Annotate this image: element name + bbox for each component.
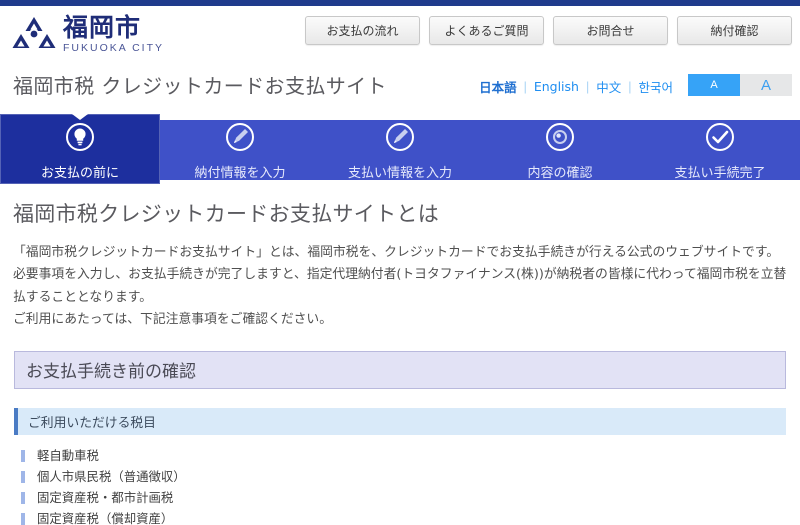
eligible-tax-list: 軽自動車税 個人市県民税（普通徴収） 固定資産税・都市計画税 固定資産税（償却資… <box>13 445 787 525</box>
faq-button[interactable]: よくあるご質問 <box>429 16 544 45</box>
site-logo[interactable]: 福岡市 FUKUOKA CITY <box>12 14 164 54</box>
step-item-complete[interactable]: 支払い手続完了 <box>640 114 800 184</box>
step-navigation: お支払の前に 納付情報を入力 支払い情報を入力 内容の確認 支払い手続完了 <box>0 114 800 184</box>
language-switcher: 日本語 | English | 中文 | 한국어 <box>472 77 680 96</box>
step-label: 支払い情報を入力 <box>347 166 452 181</box>
step-item-before-payment[interactable]: お支払の前に <box>0 114 160 184</box>
step-item-payment-info[interactable]: 納付情報を入力 <box>160 114 320 184</box>
lightbulb-icon <box>64 121 96 157</box>
intro-line-3: 払することとなります。 <box>13 289 153 305</box>
contact-button[interactable]: お問合せ <box>553 16 668 45</box>
step-item-billing-info[interactable]: 支払い情報を入力 <box>320 114 480 184</box>
section-header-pre-payment-check: お支払手続き前の確認 <box>14 350 786 389</box>
font-size-switcher: A A <box>688 74 792 96</box>
logo-text-jp: 福岡市 <box>63 12 142 42</box>
fukuoka-city-triangle-logo-icon <box>12 17 56 48</box>
site-header: 福岡市 FUKUOKA CITY お支払の流れ よくあるご質問 お問合せ 納付確… <box>0 6 800 63</box>
pencil-icon <box>384 121 416 157</box>
list-item: 個人市県民税（普通徴収） <box>21 466 787 487</box>
lang-item-ko[interactable]: 한국어 <box>631 77 680 96</box>
font-size-large-button[interactable]: A <box>740 74 792 96</box>
subsection-header-eligible-taxes: ご利用いただける税目 <box>14 407 786 435</box>
step-label: 内容の確認 <box>527 166 593 181</box>
intro-line-2: 必要事項を入力し、お支払手続きが完了しますと、指定代理納付者(トヨタファイナンス… <box>13 267 787 283</box>
header-nav-buttons: お支払の流れ よくあるご質問 お問合せ 納付確認 <box>305 16 792 45</box>
main-content: 福岡市税クレジットカードお支払サイトとは 「福岡市税クレジットカードお支払サイト… <box>0 198 800 525</box>
payment-confirmation-button[interactable]: 納付確認 <box>677 16 792 45</box>
check-circle-icon <box>704 121 736 157</box>
font-size-small-button[interactable]: A <box>688 74 740 96</box>
step-label: お支払の前に <box>40 166 119 181</box>
page-root: 福岡市 FUKUOKA CITY お支払の流れ よくあるご質問 お問合せ 納付確… <box>0 0 800 525</box>
logo-text-en: FUKUOKA CITY <box>63 41 165 54</box>
step-label: 納付情報を入力 <box>194 166 286 181</box>
magnifier-circle-icon <box>544 121 576 157</box>
content-heading: 福岡市税クレジットカードお支払サイトとは <box>13 202 439 226</box>
intro-text: 「福岡市税クレジットカードお支払サイト」とは、福岡市税を、クレジットカードでお支… <box>13 242 787 332</box>
lang-item-en[interactable]: English <box>527 79 586 94</box>
intro-line-1: 「福岡市税クレジットカードお支払サイト」とは、福岡市税を、クレジットカードでお支… <box>13 245 780 260</box>
site-title-row: 福岡市税 クレジットカードお支払サイト 日本語 | English | 中文 |… <box>0 63 800 111</box>
intro-line-4: ご利用にあたっては、下記注意事項をご確認ください。 <box>13 312 333 328</box>
step-item-review[interactable]: 内容の確認 <box>480 114 640 184</box>
list-item: 固定資産税（償却資産） <box>21 508 787 525</box>
payment-flow-button[interactable]: お支払の流れ <box>305 16 420 45</box>
list-item: 軽自動車税 <box>21 445 787 466</box>
pencil-icon <box>224 121 256 157</box>
page-title: 福岡市税 クレジットカードお支払サイト <box>13 74 387 98</box>
list-item: 固定資産税・都市計画税 <box>21 487 787 508</box>
step-label: 支払い手続完了 <box>674 166 766 181</box>
lang-item-zh[interactable]: 中文 <box>589 77 628 96</box>
lang-item-ja[interactable]: 日本語 <box>472 77 524 96</box>
